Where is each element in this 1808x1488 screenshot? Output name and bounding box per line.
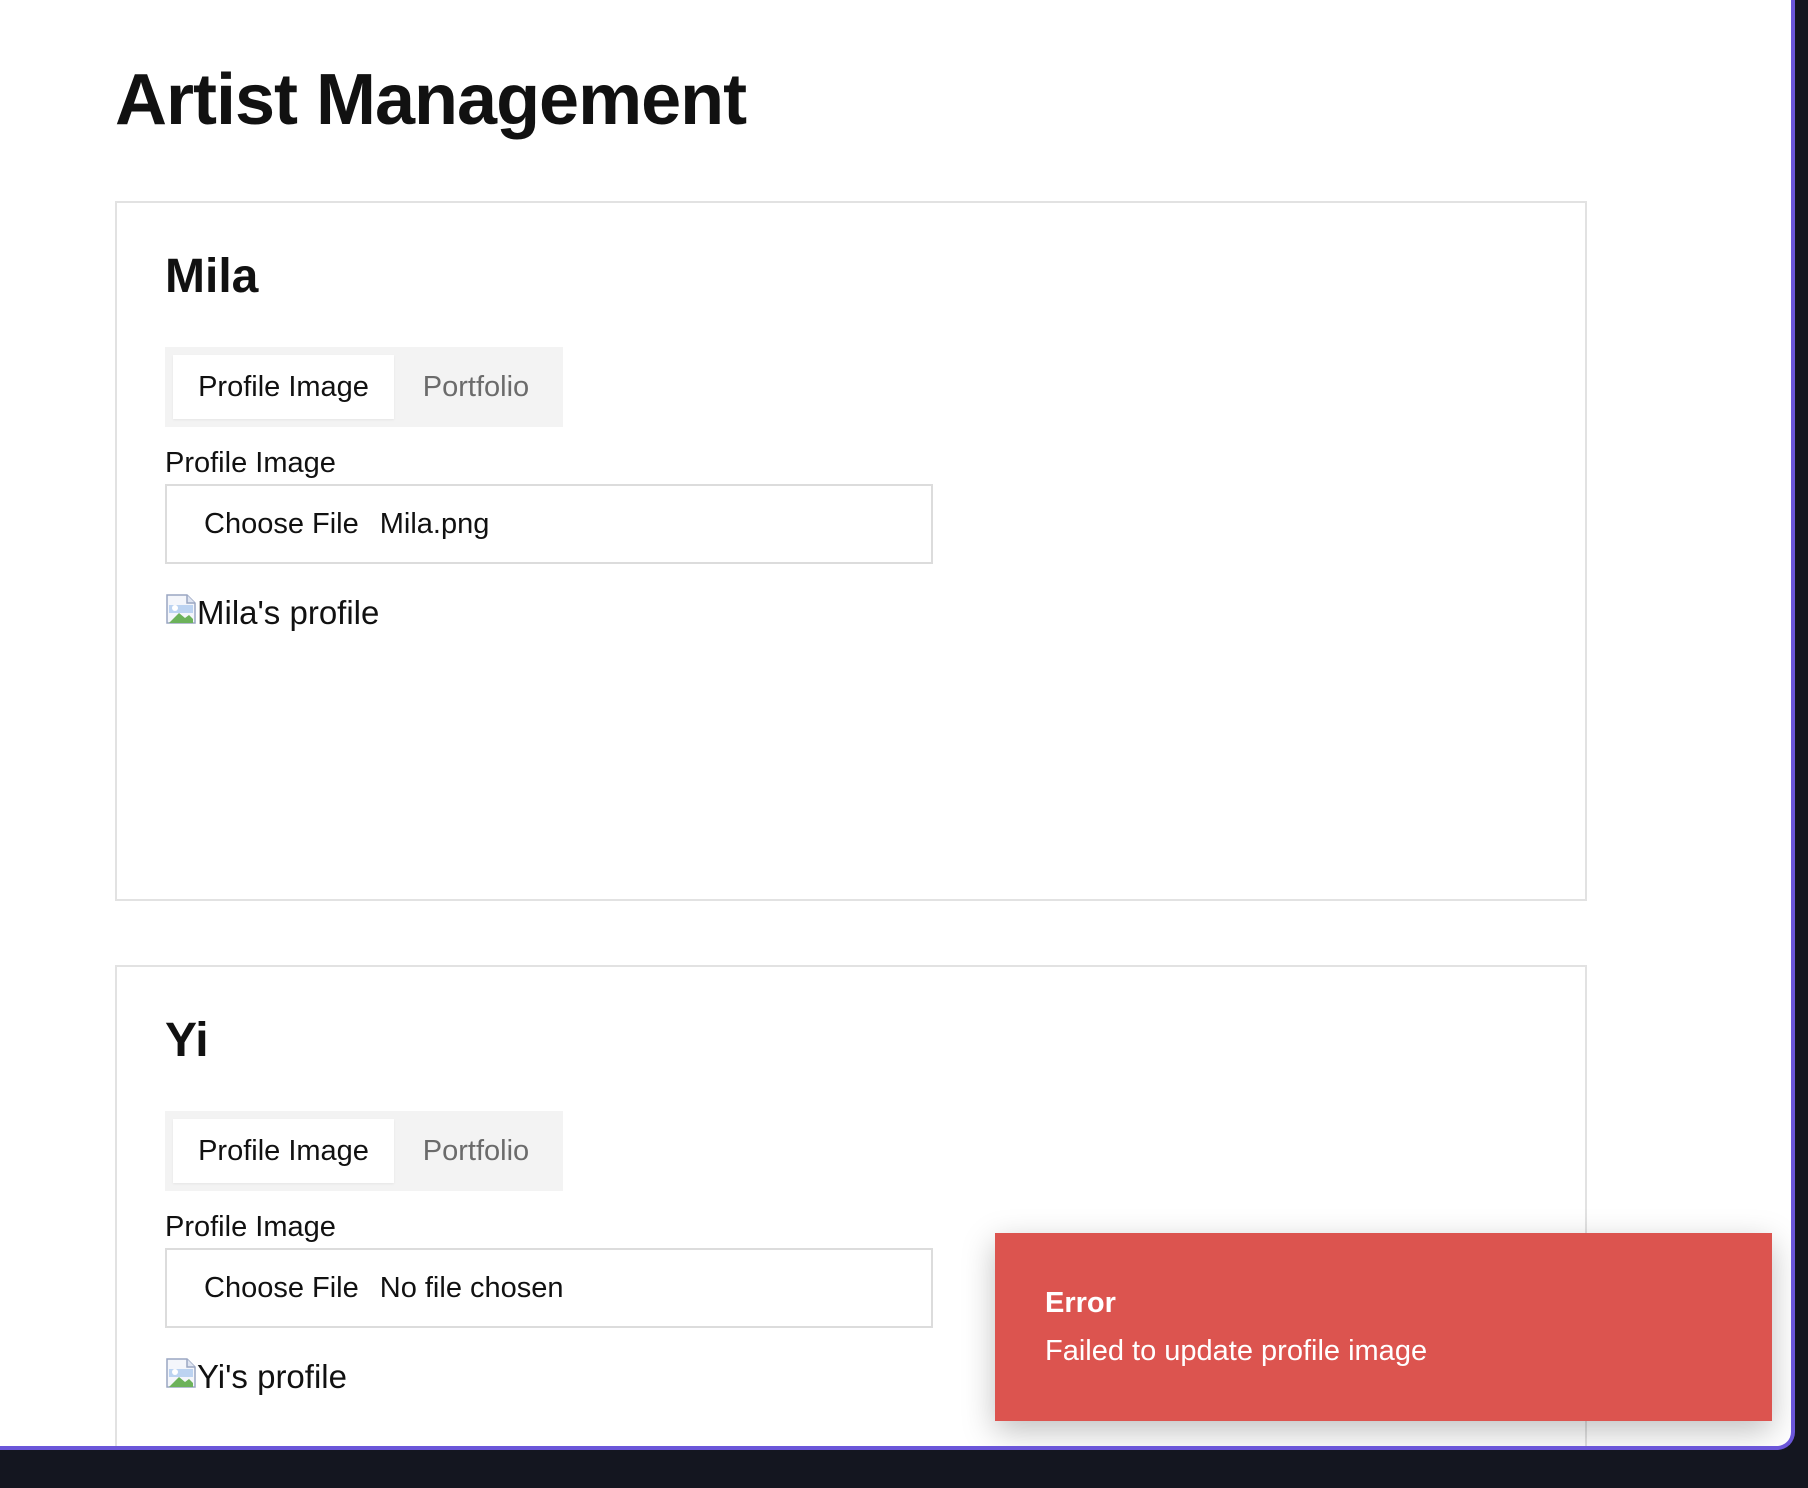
profile-image-file-input[interactable]: Choose File Mila.png [165, 484, 933, 564]
artist-name: Yi [165, 1014, 209, 1067]
profile-image-alt-text: Mila's profile [197, 594, 380, 631]
toast-message: Failed to update profile image [1045, 1335, 1428, 1367]
browser-viewport: Artist Management Mila Profile Image Por… [0, 0, 1795, 1450]
profile-image-label: Profile Image [165, 1211, 336, 1243]
profile-image-file-input[interactable]: Choose File No file chosen [165, 1248, 933, 1328]
error-toast[interactable]: Error Failed to update profile image [995, 1233, 1772, 1421]
profile-image-alt-text: Yi's profile [197, 1358, 347, 1395]
selected-file-name: No file chosen [379, 1271, 564, 1304]
profile-image-label: Profile Image [165, 447, 336, 479]
selected-file-name: Mila.png [379, 507, 490, 540]
artist-tabs: Profile Image Portfolio [165, 1111, 563, 1191]
artist-tabs: Profile Image Portfolio [165, 347, 563, 427]
artist-name: Mila [165, 250, 259, 303]
broken-image-icon [165, 593, 197, 625]
page-title: Artist Management [115, 60, 747, 140]
profile-image: Mila's profile [165, 593, 379, 633]
tab-portfolio[interactable]: Portfolio [394, 355, 558, 419]
tab-profile-image[interactable]: Profile Image [173, 355, 394, 419]
tab-portfolio[interactable]: Portfolio [394, 1119, 558, 1183]
profile-image: Yi's profile [165, 1357, 347, 1397]
tab-profile-image[interactable]: Profile Image [173, 1119, 394, 1183]
broken-image-icon [165, 1357, 197, 1389]
choose-file-button[interactable]: Choose File [204, 508, 359, 541]
choose-file-button[interactable]: Choose File [204, 1272, 359, 1305]
artist-card-mila: Mila Profile Image Portfolio Profile Ima… [115, 201, 1587, 901]
toast-title: Error [1045, 1287, 1116, 1319]
